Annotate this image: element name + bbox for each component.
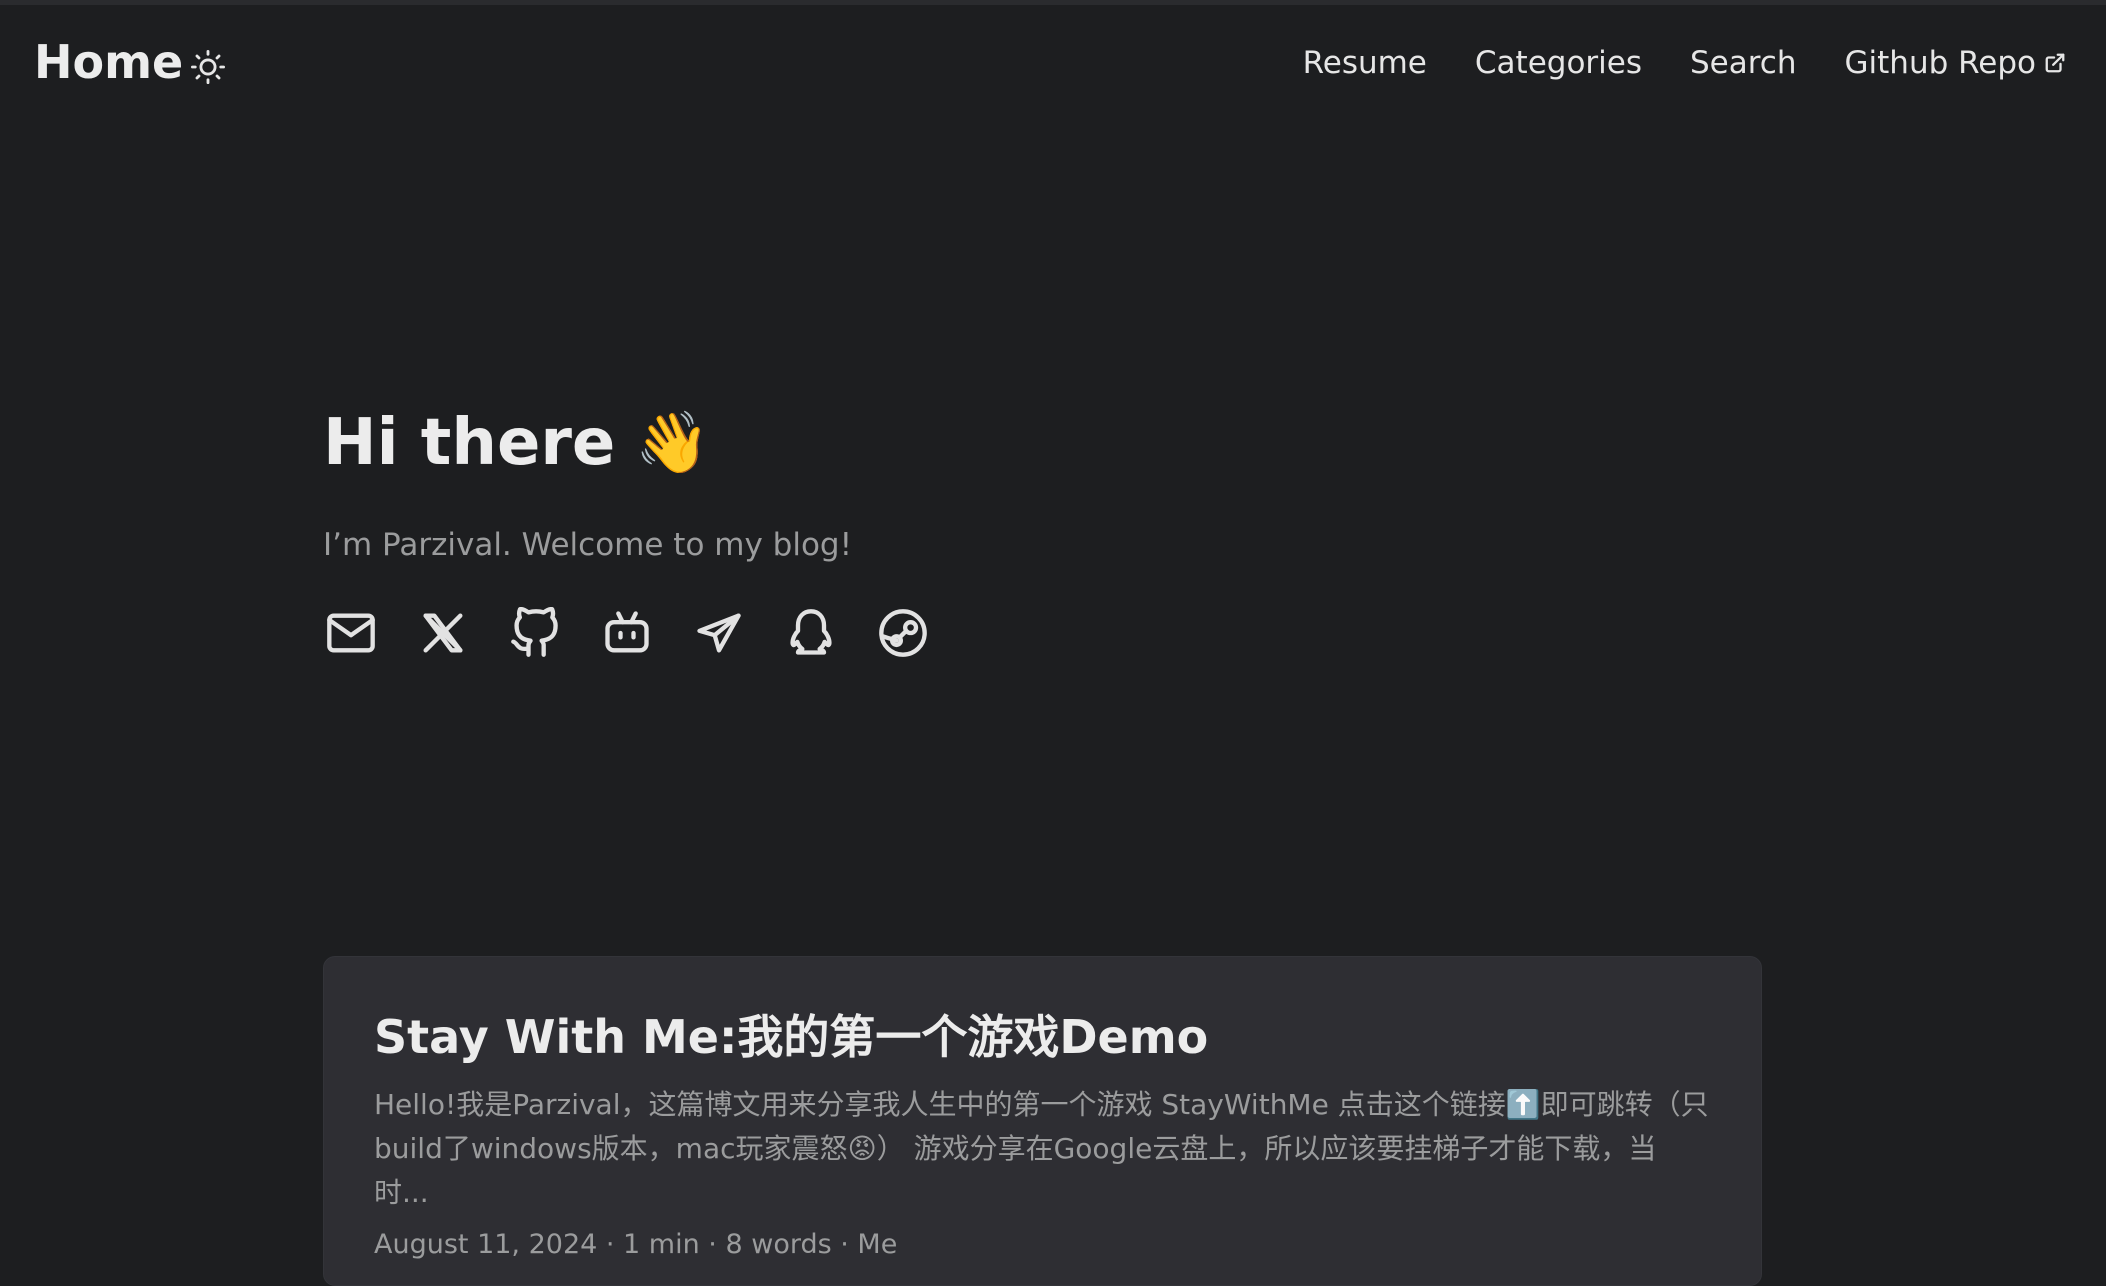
post-summary-line: Hello!我是Parzival，这篇博文用来分享我人生中的第一个游戏 Stay… xyxy=(374,1088,1709,1121)
hero-title: Hi there 👋 xyxy=(323,395,1773,491)
site-header: Home Resume Categories Search Github Rep… xyxy=(0,5,2106,125)
post-summary: Hello!我是Parzival，这篇博文用来分享我人生中的第一个游戏 Stay… xyxy=(374,1083,1711,1215)
mail-link[interactable] xyxy=(323,605,379,661)
theme-toggle-button[interactable] xyxy=(188,47,228,87)
steam-link[interactable] xyxy=(875,605,931,661)
hero-subtitle: I’m Parzival. Welcome to my blog! xyxy=(323,527,853,563)
external-link-icon xyxy=(2045,53,2065,73)
post-title: Stay With Me:我的第一个游戏Demo xyxy=(374,1010,1209,1064)
sun-icon xyxy=(191,50,225,84)
waving-hand-emoji: 👋 xyxy=(635,408,711,478)
steam-icon xyxy=(879,609,927,657)
menu-item-label: Github Repo xyxy=(1844,45,2036,81)
bilibili-link[interactable] xyxy=(599,605,655,661)
hero-title-text: Hi there xyxy=(323,406,616,480)
main-menu: Resume Categories Search Github Repo xyxy=(1303,45,2066,81)
menu-item-resume[interactable]: Resume xyxy=(1303,45,1427,81)
bilibili-icon xyxy=(605,611,649,653)
x-link[interactable] xyxy=(415,605,471,661)
x-icon xyxy=(423,613,463,653)
menu-item-label: Categories xyxy=(1474,45,1642,81)
post-meta: August 11, 2024 · 1 min · 8 words · Me xyxy=(374,1229,898,1260)
github-link[interactable] xyxy=(507,605,563,661)
post-card[interactable]: Stay With Me:我的第一个游戏Demo Hello!我是Parziva… xyxy=(323,956,1762,1286)
social-icons xyxy=(323,605,931,661)
menu-item-label: Resume xyxy=(1302,45,1427,81)
post-summary-line: build了windows版本，mac玩家震怒😡） 游戏分享在Google云盘上… xyxy=(374,1132,1657,1209)
menu-item-search[interactable]: Search xyxy=(1690,45,1797,81)
telegram-icon xyxy=(697,613,741,653)
qq-link[interactable] xyxy=(783,605,839,661)
home-logo-link[interactable]: Home xyxy=(34,35,183,89)
mail-icon xyxy=(327,613,375,653)
menu-item-label: Search xyxy=(1690,45,1797,81)
menu-item-github-repo[interactable]: Github Repo xyxy=(1845,45,2066,81)
github-icon xyxy=(511,607,558,657)
menu-item-categories[interactable]: Categories xyxy=(1475,45,1642,81)
telegram-link[interactable] xyxy=(691,605,747,661)
qq-icon xyxy=(790,609,832,655)
hero-section: Hi there 👋 I’m Parzival. Welcome to my b… xyxy=(323,395,1773,563)
